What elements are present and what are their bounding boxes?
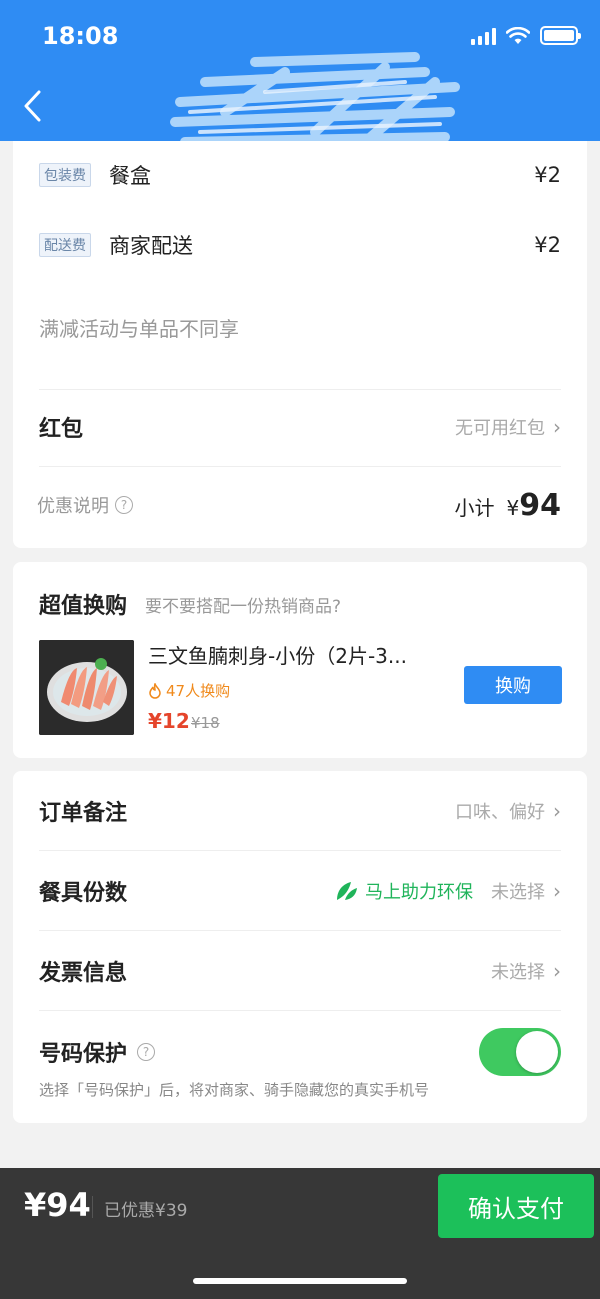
signal-icon — [471, 27, 496, 45]
order-options-card: 订单备注 口味、偏好 › 餐具份数 马上助力环保 未选择 › 发票信息 未选择 … — [13, 771, 587, 1123]
phone-protect-toggle[interactable] — [479, 1028, 561, 1076]
divider — [39, 389, 561, 390]
subtotal-currency: ¥ — [506, 495, 520, 520]
phone-protect-title: 号码保护 — [39, 1042, 128, 1067]
product-name: 三文鱼腩刺身-小份（2片-3... — [148, 644, 407, 668]
price-original: ¥18 — [191, 714, 220, 732]
status-time: 18:08 — [42, 22, 119, 50]
product-image[interactable] — [39, 640, 134, 735]
discount-info-button[interactable]: 优惠说明 ? — [37, 492, 133, 518]
fee-name: 餐盒 — [109, 164, 151, 188]
saved-amount: 已优惠¥39 — [104, 1201, 188, 1221]
fee-row-delivery: 配送费 商家配送 ¥2 — [39, 225, 561, 265]
subtotal-amount: 94 — [519, 487, 561, 523]
status-icons — [471, 26, 581, 45]
help-icon: ? — [115, 496, 133, 514]
tableware-row[interactable]: 餐具份数 马上助力环保 未选择 › — [39, 851, 561, 930]
subtotal-label: 小计 — [454, 495, 495, 520]
eco-tag: 马上助力环保 — [335, 878, 473, 904]
remark-title: 订单备注 — [39, 800, 128, 826]
battery-icon — [540, 26, 581, 45]
chevron-right-icon: › — [553, 878, 561, 903]
total-amount: ¥94 — [24, 1186, 91, 1224]
hongbao-value: 无可用红包 — [455, 418, 545, 439]
invoice-value: 未选择 — [491, 961, 545, 983]
swap-button[interactable]: 换购 — [464, 666, 562, 704]
toggle-knob — [516, 1031, 558, 1073]
divider — [39, 1010, 561, 1011]
chevron-right-icon: › — [553, 958, 561, 983]
sashimi-image — [39, 640, 134, 735]
invoice-title: 发票信息 — [39, 960, 128, 986]
fee-tag: 配送费 — [39, 233, 91, 257]
divider — [39, 466, 561, 467]
checkout-bar: ¥94 已优惠¥39 确认支付 — [0, 1168, 600, 1299]
hot-count: 47人换购 — [166, 682, 231, 700]
fee-price: ¥2 — [534, 233, 561, 257]
order-summary-card: 包装费 餐盒 ¥2 配送费 商家配送 ¥2 满减活动与单品不同享 红包 无可用红… — [13, 141, 587, 548]
hongbao-title: 红包 — [39, 417, 84, 442]
phone-protect-row: 号码保护 ? — [39, 1019, 561, 1085]
wifi-icon — [506, 26, 530, 44]
fee-tag: 包装费 — [39, 163, 91, 187]
price-current: ¥12 — [148, 709, 190, 733]
hot-badge: 47人换购 — [148, 680, 230, 701]
confirm-pay-button[interactable]: 确认支付 — [438, 1174, 594, 1238]
subtotal-row: 优惠说明 ? 小计 ¥ 94 — [37, 469, 561, 541]
subtotal: 小计 ¥ 94 — [455, 488, 561, 523]
eco-label: 马上助力环保 — [365, 881, 473, 903]
fee-row-packaging: 包装费 餐盒 ¥2 — [39, 155, 561, 195]
fee-price: ¥2 — [534, 163, 561, 187]
swap-title: 超值换购 — [39, 594, 128, 619]
hongbao-row[interactable]: 红包 无可用红包 › — [39, 391, 561, 463]
flame-icon — [149, 682, 161, 699]
leaf-icon — [337, 881, 357, 900]
remark-row[interactable]: 订单备注 口味、偏好 › — [39, 771, 561, 850]
tableware-title: 餐具份数 — [39, 880, 128, 906]
home-indicator[interactable] — [193, 1278, 407, 1284]
tableware-value: 未选择 — [491, 881, 545, 903]
chevron-left-icon — [24, 90, 41, 122]
remark-value: 口味、偏好 — [455, 801, 545, 823]
back-button[interactable] — [22, 86, 56, 126]
divider — [92, 1196, 93, 1218]
chevron-right-icon: › — [553, 798, 561, 823]
phone-protect-note: 选择「号码保护」后，将对商家、骑手隐藏您的真实手机号 — [39, 1081, 430, 1099]
help-icon[interactable]: ? — [137, 1043, 156, 1061]
discount-info-label: 优惠说明 — [37, 496, 109, 517]
invoice-row[interactable]: 发票信息 未选择 › — [39, 931, 561, 1010]
chevron-right-icon: › — [553, 415, 561, 439]
swap-subtitle: 要不要搭配一份热销商品? — [145, 597, 342, 617]
swap-card: 超值换购 要不要搭配一份热销商品? 三文鱼腩刺身-小份（2片-3... 47人换… — [13, 562, 587, 758]
fee-name: 商家配送 — [109, 234, 193, 258]
promo-note: 满减活动与单品不同享 — [39, 317, 239, 341]
